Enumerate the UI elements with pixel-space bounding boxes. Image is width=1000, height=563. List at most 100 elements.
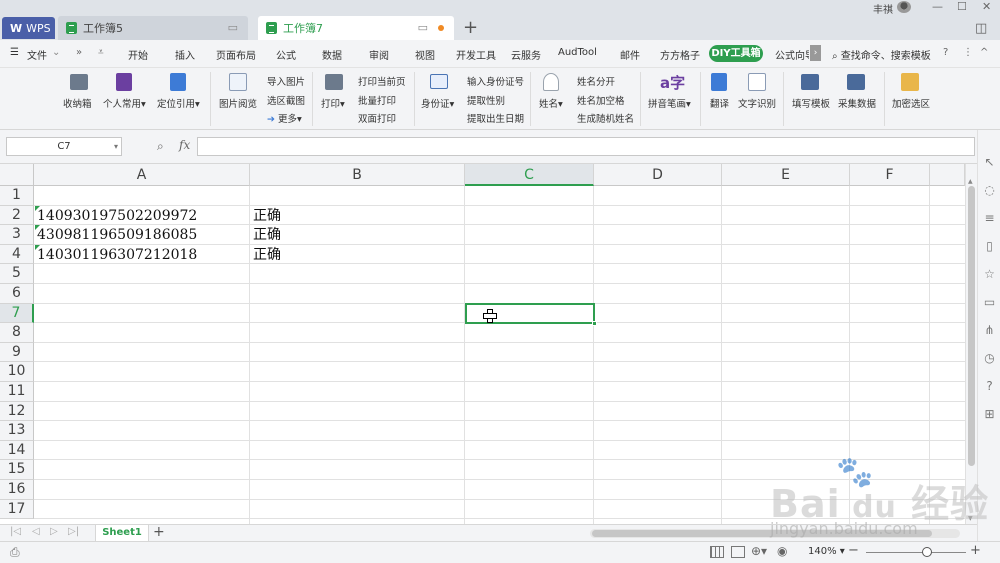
id-card-button[interactable]: 身份证▾ [421,96,454,110]
list-icon[interactable]: ≡ [983,212,996,225]
row-header-10[interactable]: 10 [0,362,34,382]
row-header-17[interactable]: 17 [0,499,34,520]
split-name-button[interactable]: 姓名分开 [577,74,615,88]
apps-grid-icon[interactable]: ⊞ [983,408,996,421]
name-button[interactable]: 姓名▾ [539,96,563,110]
share-icon[interactable]: ⋔ [983,324,996,337]
cell-a4[interactable]: 140301196307212018 [35,244,197,265]
select-all-corner[interactable] [0,164,34,186]
collect-data-button[interactable]: 采集数据 [838,96,876,110]
print-button[interactable]: 打印▾ [321,96,345,110]
bookmark-icon[interactable]: ▯ [983,240,996,253]
menu-mail[interactable]: 邮件 [620,47,640,62]
row-header-16[interactable]: 16 [0,480,34,500]
row-header-6[interactable]: 6 [0,284,34,304]
column-header-a[interactable]: A [34,164,250,186]
column-header-c[interactable]: C [465,164,594,186]
storage-box-button[interactable]: 收纳箱 [63,96,92,110]
tab-workbook7[interactable]: 工作簿7 ▭ [258,16,454,40]
translate-button[interactable]: 翻译 [710,96,729,110]
menu-home[interactable]: 开始 [128,47,148,62]
row-header-2[interactable]: 2 [0,205,34,226]
history-icon[interactable]: ◷ [983,352,996,365]
row-header-8[interactable]: 8 [0,323,34,343]
sheet-tab-sheet1[interactable]: Sheet1 [95,525,149,542]
personal-common-button[interactable]: 个人常用▾ [103,96,146,110]
shapes-icon[interactable]: ◌ [983,184,996,197]
cell-b4[interactable]: 正确 [253,245,281,265]
row-header-13[interactable]: 13 [0,421,34,441]
eye-protection-icon[interactable]: ◉ [777,544,787,558]
menu-page-layout[interactable]: 页面布局 [216,47,256,62]
macro-record-icon[interactable]: ⎙ [10,545,20,560]
batch-print-button[interactable]: 批量打印 [358,93,396,107]
avatar[interactable] [897,1,911,13]
cell-a3[interactable]: 430981196509186085 [35,225,197,245]
pinyin-strokes-button[interactable]: 拼音笔画▾ [648,96,691,110]
chevron-down-icon[interactable]: ⌄ [52,47,60,58]
fill-template-button[interactable]: 填写模板 [792,96,830,110]
user-name[interactable]: 丰祺 [873,1,893,16]
fill-handle[interactable] [592,321,597,326]
search-commands[interactable]: ⌕ 查找命令、搜索模板 [832,47,931,62]
name-add-space-button[interactable]: 姓名加空格 [577,93,625,107]
menu-formulas[interactable]: 公式 [276,47,296,62]
monitor-icon[interactable]: ▭ [228,21,238,34]
menu-cloud[interactable]: 云服务 [511,47,541,62]
add-sheet-button[interactable]: + [153,524,165,540]
prev-sheet-icon[interactable]: ◁ [32,526,40,537]
row-header-7[interactable]: 7 [0,303,34,324]
row-header-3[interactable]: 3 [0,225,34,245]
more-dots-icon[interactable]: ⋮ [963,47,973,58]
row-header-1[interactable]: 1 [0,186,34,206]
encrypt-selection-button[interactable]: 加密选区 [892,96,930,110]
zoom-lens-icon[interactable]: ⌕ [157,139,164,154]
star-icon[interactable]: ☆ [983,268,996,281]
extract-birthdate-button[interactable]: 提取出生日期 [467,111,524,125]
row-header-15[interactable]: 15 [0,460,34,480]
minimize-icon[interactable]: — [932,0,943,13]
row-header-4[interactable]: 4 [0,244,34,265]
more-button[interactable]: ➔ 更多▾ [267,111,302,125]
normal-view-icon[interactable] [710,546,724,558]
zoom-slider-knob[interactable] [922,547,932,557]
column-header-e[interactable]: E [722,164,850,186]
sidebar-toggle-icon[interactable]: ◫ [975,21,987,36]
menu-formula-wizard[interactable]: 公式向导 [775,47,809,62]
zoom-slider-track[interactable] [866,552,966,553]
more-tabs-icon[interactable]: › [810,45,821,61]
print-current-page-button[interactable]: 打印当前页 [358,74,406,88]
menu-audtool[interactable]: AudTool [558,47,597,58]
menu-diy-toolbox[interactable]: DIY工具箱 [709,45,763,62]
page-break-view-icon[interactable]: ⊕▾ [751,544,767,558]
scroll-down-icon[interactable]: ▼ [968,515,973,522]
close-icon[interactable]: ✕ [982,0,991,13]
zoom-in-button[interactable]: + [970,543,981,558]
vertical-scrollbar[interactable]: ▲ ▼ [965,164,977,524]
formula-input[interactable] [197,137,975,156]
next-sheet-icon[interactable]: ▷ [50,526,58,537]
tab-workbook5[interactable]: 工作簿5 ▭ [58,16,248,40]
locate-reference-button[interactable]: 定位引用▾ [157,96,200,110]
row-header-14[interactable]: 14 [0,440,34,461]
input-id-button[interactable]: 输入身份证号 [467,74,524,88]
extract-gender-button[interactable]: 提取性别 [467,93,505,107]
spreadsheet-grid[interactable]: A B C D E F 1 2 3 4 5 6 7 8 9 10 11 12 13 14 15 16 17 140930197… [0,164,965,524]
zoom-level[interactable]: 140% ▾ [808,546,845,557]
maximize-icon[interactable]: ☐ [957,0,967,13]
cell-b2[interactable]: 正确 [253,206,281,226]
row-header-12[interactable]: 12 [0,401,34,422]
scrollbar-thumb[interactable] [592,530,932,537]
help-circle-icon[interactable]: ? [983,380,996,393]
archive-icon[interactable]: ▭ [983,296,996,309]
chevron-down-icon[interactable]: ▾ [114,138,118,155]
column-header-f[interactable]: F [850,164,930,186]
row-header-9[interactable]: 9 [0,342,34,363]
duplex-print-button[interactable]: 双面打印 [358,111,396,125]
menu-view[interactable]: 视图 [415,47,435,62]
pointer-icon[interactable]: ↖ [983,156,996,169]
text-recognition-button[interactable]: 文字识别 [738,96,776,110]
random-name-button[interactable]: 生成随机姓名 [577,111,634,125]
image-browse-button[interactable]: 图片阅览 [219,96,257,110]
fx-icon[interactable]: fx [179,138,190,152]
